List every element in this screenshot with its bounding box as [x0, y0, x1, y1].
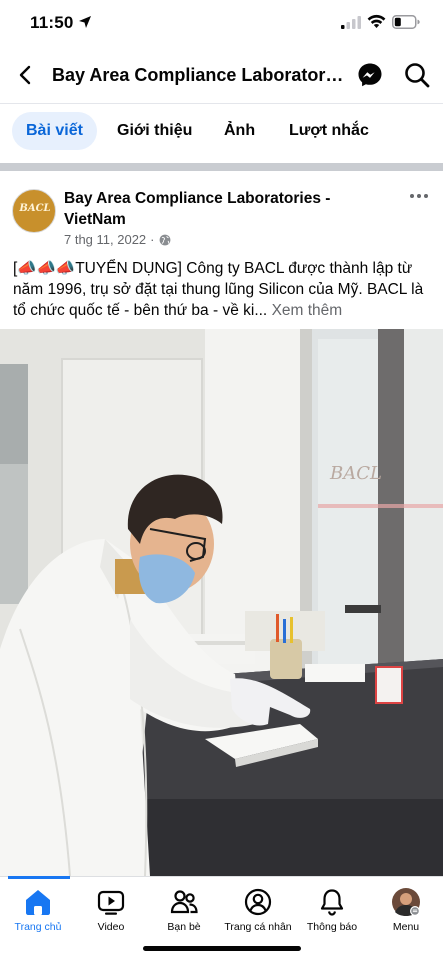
status-time: 11:50: [30, 13, 74, 32]
messenger-icon[interactable]: [357, 62, 383, 88]
video-icon: [96, 887, 126, 917]
nav-home-label: Trang chủ: [14, 921, 62, 933]
bell-icon: [317, 887, 347, 917]
active-tab-indicator: [8, 876, 70, 879]
profile-icon: [243, 887, 273, 917]
meta-separator: ·: [150, 232, 155, 247]
nav-profile[interactable]: Trang cá nhân: [218, 887, 298, 933]
nav-menu-label: Menu: [392, 921, 420, 933]
avatar-logo-text: BACL: [19, 203, 51, 214]
home-icon: [23, 887, 53, 917]
battery-icon: [392, 15, 420, 34]
post-author[interactable]: Bay Area Compliance Laboratories - VietN…: [64, 188, 364, 230]
home-indicator[interactable]: [143, 946, 301, 951]
section-divider: [0, 163, 443, 171]
nav-home[interactable]: Trang chủ: [0, 887, 78, 933]
menu-avatar-icon: [391, 887, 421, 917]
page-tabs: Bài viết Giới thiệu Ảnh Lượt nhắc: [0, 104, 443, 160]
nav-video-label: Video: [97, 921, 125, 933]
post-body: [📣📣📣TUYỂN DỤNG] Công ty BACL được thành …: [13, 260, 424, 319]
nav-video[interactable]: Video: [71, 887, 151, 933]
location-arrow-icon: [78, 15, 92, 34]
post-text: [📣📣📣TUYỂN DỤNG] Công ty BACL được thành …: [13, 258, 433, 321]
nav-notifications[interactable]: Thông báo: [292, 887, 372, 933]
post-photo[interactable]: BACL: [0, 329, 443, 876]
nav-friends[interactable]: Bạn bè: [144, 887, 224, 933]
page-avatar[interactable]: BACL: [12, 189, 56, 233]
back-arrow-icon[interactable]: [14, 63, 38, 87]
nav-notifications-label: Thông báo: [306, 921, 358, 933]
globe-icon: [159, 234, 171, 246]
nav-menu[interactable]: Menu: [366, 887, 443, 933]
photo-sign-text: BACL: [329, 463, 382, 484]
page-header: Bay Area Compliance Laboratories - VietN…: [0, 46, 443, 104]
tab-photos[interactable]: Ảnh: [210, 112, 269, 150]
more-options-icon[interactable]: [408, 188, 430, 204]
tab-about[interactable]: Giới thiệu: [103, 112, 206, 150]
signal-icon: [341, 16, 361, 34]
status-bar: 11:50: [0, 0, 443, 46]
post-meta: 7 thg 11, 2022 ·: [64, 232, 171, 247]
search-icon[interactable]: [403, 61, 431, 89]
tab-posts[interactable]: Bài viết: [12, 112, 97, 150]
friends-icon: [169, 887, 199, 917]
nav-profile-label: Trang cá nhân: [224, 921, 292, 933]
page-title: Bay Area Compliance Laboratories - VietN…: [52, 65, 348, 85]
see-more-link[interactable]: Xem thêm: [272, 302, 343, 319]
tab-mentions[interactable]: Lượt nhắc: [275, 112, 383, 150]
nav-friends-label: Bạn bè: [167, 921, 201, 933]
post-date[interactable]: 7 thg 11, 2022: [64, 232, 146, 247]
wifi-icon: [367, 14, 386, 34]
